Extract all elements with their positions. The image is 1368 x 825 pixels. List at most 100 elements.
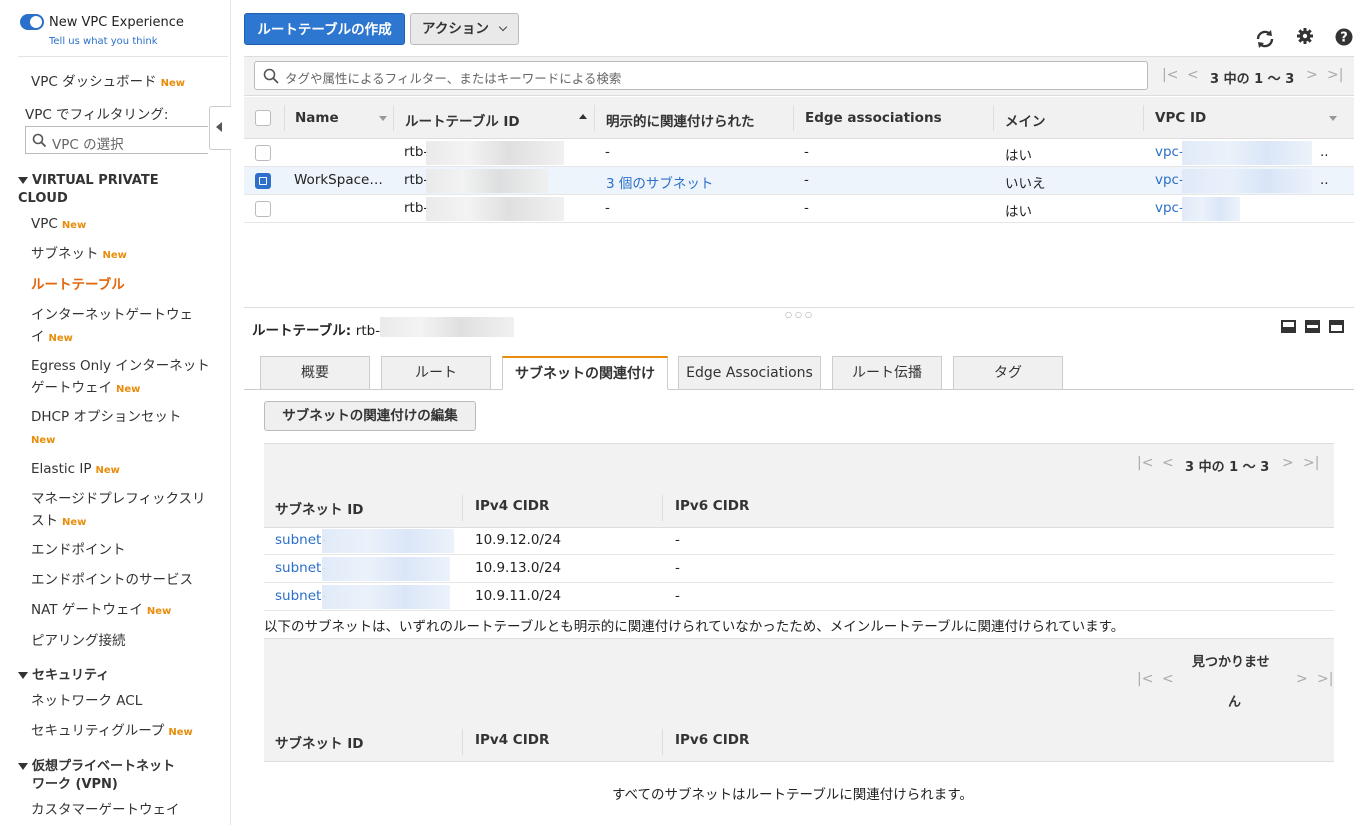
- sidebar-item-network-acl[interactable]: ネットワーク ACL: [31, 690, 216, 712]
- sidebar-item-label-cont: イ: [31, 329, 45, 345]
- tab-tags[interactable]: タグ: [953, 356, 1063, 390]
- layout-top-icon[interactable]: [1329, 320, 1344, 333]
- pane-splitter[interactable]: [244, 307, 1354, 308]
- col-explicit-association[interactable]: 明示的に関連付けられた: [606, 110, 755, 130]
- subnet-id-link[interactable]: subnet-: [275, 560, 326, 576]
- splitter-handle-icon[interactable]: ○○○: [785, 310, 815, 319]
- subnet-id-link[interactable]: subnet-: [275, 532, 326, 548]
- chevron-down-icon: [498, 22, 508, 32]
- sidebar-item-endpoint-services[interactable]: エンドポイントのサービス: [31, 569, 216, 591]
- last-page-icon[interactable]: >|: [1327, 67, 1343, 83]
- sort-icon[interactable]: [379, 116, 387, 121]
- sidebar-item-peering[interactable]: ピアリング接続: [31, 630, 216, 652]
- actions-dropdown[interactable]: アクション: [410, 13, 519, 45]
- detail-title: ルートテーブル: rtb-: [252, 319, 380, 339]
- new-vpc-experience-toggle[interactable]: [20, 14, 44, 30]
- subnet-id-link[interactable]: subnet-: [275, 588, 326, 604]
- redacted-id: [380, 317, 514, 337]
- column-separator: [793, 105, 794, 131]
- table-row[interactable]: rtb- - - はい vpc- ..: [244, 139, 1354, 167]
- col-main[interactable]: メイン: [1005, 110, 1046, 130]
- next-page-icon[interactable]: >: [1306, 67, 1318, 83]
- first-page-icon[interactable]: |<: [1137, 455, 1153, 471]
- row-vpc-link[interactable]: vpc-: [1155, 144, 1184, 160]
- new-badge: New: [146, 606, 172, 617]
- prev-page-icon[interactable]: <: [1162, 455, 1174, 471]
- row-explicit-link[interactable]: 3 個のサブネット: [606, 172, 713, 192]
- first-page-icon[interactable]: |<: [1137, 671, 1153, 687]
- row-vpc-link[interactable]: vpc-: [1155, 172, 1184, 188]
- redacted-id: [426, 197, 564, 221]
- last-page-icon[interactable]: >|: [1303, 455, 1319, 471]
- select-all-checkbox[interactable]: [255, 110, 271, 126]
- subnet-ipv4: 10.9.11.0/24: [475, 588, 562, 604]
- sidebar-item-label: ピアリング接続: [31, 633, 126, 649]
- sidebar-item-vpc[interactable]: VPC New: [31, 213, 216, 237]
- column-separator: [462, 729, 463, 755]
- tab-routes[interactable]: ルート: [381, 356, 491, 390]
- row-explicit: -: [605, 144, 610, 160]
- sidebar-item-internet-gateways[interactable]: インターネットゲートウェイ New: [31, 304, 216, 350]
- vpc-filter-placeholder: VPC の選択: [52, 137, 124, 153]
- col-name[interactable]: Name: [295, 110, 339, 126]
- sidebar-item-egress-only-igw[interactable]: Egress Only インターネット ゲートウェイ New: [31, 355, 216, 401]
- row-edge: -: [804, 172, 809, 188]
- row-checkbox[interactable]: [255, 145, 271, 161]
- sidebar-item-endpoints[interactable]: エンドポイント: [31, 539, 216, 561]
- sidebar-item-dhcp-options[interactable]: DHCP オプションセット New: [31, 406, 216, 452]
- feedback-link[interactable]: Tell us what you think: [49, 36, 158, 47]
- section-vpc-header[interactable]: VIRTUAL PRIVATE CLOUD: [18, 172, 198, 208]
- sidebar-item-security-groups[interactable]: セキュリティグループ New: [31, 720, 216, 744]
- next-page-icon[interactable]: >: [1296, 671, 1308, 687]
- section-vpn-label-cont: ワーク (VPN): [32, 777, 118, 792]
- search-input[interactable]: タグや属性によるフィルター、またはキーワードによる検索: [254, 61, 1148, 90]
- table-row[interactable]: rtb- - - はい vpc-: [244, 195, 1354, 223]
- table-row-selected[interactable]: WorkSpace… rtb- 3 個のサブネット - いいえ vpc- ..: [244, 167, 1354, 195]
- prev-page-icon[interactable]: <: [1187, 67, 1199, 83]
- tab-edge-associations[interactable]: Edge Associations: [678, 356, 821, 390]
- sidebar-item-nat-gateways[interactable]: NAT ゲートウェイ New: [31, 599, 216, 623]
- sidebar-item-customer-gateways[interactable]: カスタマーゲートウェイ: [31, 799, 216, 821]
- row-checkbox-checked[interactable]: [255, 173, 271, 189]
- search-placeholder: タグや属性によるフィルター、またはキーワードによる検索: [285, 71, 622, 86]
- create-route-table-button[interactable]: ルートテーブルの作成: [244, 13, 405, 45]
- new-badge: New: [116, 384, 141, 395]
- sidebar-item-label: カスタマーゲートウェイ: [31, 802, 180, 818]
- subnet-table-header: サブネット ID IPv4 CIDR IPv6 CIDR: [264, 487, 1334, 528]
- sidebar-item-label: エンドポイント: [31, 542, 126, 558]
- gear-icon[interactable]: [1296, 27, 1314, 45]
- sidebar-item-label: VPC: [31, 216, 58, 232]
- sidebar-item-elastic-ip[interactable]: Elastic IP New: [31, 458, 216, 482]
- sort-asc-icon[interactable]: [579, 114, 587, 119]
- row-vpc-link[interactable]: vpc-: [1155, 200, 1184, 216]
- tab-route-propagation[interactable]: ルート伝播: [832, 356, 942, 390]
- col-vpc-id[interactable]: VPC ID: [1155, 110, 1206, 126]
- new-badge: New: [62, 517, 87, 528]
- refresh-icon[interactable]: [1254, 28, 1276, 50]
- edit-subnet-associations-button[interactable]: サブネットの関連付けの編集: [264, 401, 476, 431]
- layout-bottom-icon[interactable]: [1281, 320, 1296, 333]
- tab-subnet-associations[interactable]: サブネットの関連付け: [502, 356, 668, 390]
- sort-icon[interactable]: [1329, 116, 1337, 121]
- layout-split-icon[interactable]: [1305, 320, 1320, 333]
- help-icon[interactable]: ?: [1335, 28, 1353, 46]
- section-security-header[interactable]: セキュリティ: [18, 667, 198, 685]
- section-vpn-header[interactable]: 仮想プライベートネット ワーク (VPN): [18, 758, 198, 794]
- first-page-icon[interactable]: |<: [1162, 67, 1178, 83]
- sidebar-item-managed-prefix-lists[interactable]: マネージドプレフィックスリ スト New: [31, 488, 216, 534]
- row-route-table-id: rtb-: [404, 144, 429, 160]
- sidebar-item-route-tables[interactable]: ルートテーブル: [31, 274, 216, 296]
- tab-overview[interactable]: 概要: [260, 356, 370, 390]
- col-edge-associations[interactable]: Edge associations: [805, 110, 942, 126]
- implicit-subnet-table-header: サブネット ID IPv4 CIDR IPv6 CIDR: [264, 721, 1334, 762]
- vpc-filter-input[interactable]: VPC の選択: [25, 126, 208, 154]
- row-checkbox[interactable]: [255, 201, 271, 217]
- sidebar-collapse-button[interactable]: [209, 106, 231, 150]
- column-separator: [993, 105, 994, 131]
- sidebar-item-vpc-dashboard[interactable]: VPC ダッシュボード New: [31, 71, 216, 95]
- col-route-table-id[interactable]: ルートテーブル ID: [405, 110, 520, 130]
- sidebar-item-subnets[interactable]: サブネット New: [31, 243, 216, 267]
- next-page-icon[interactable]: >: [1282, 455, 1294, 471]
- prev-page-icon[interactable]: <: [1162, 671, 1174, 687]
- last-page-icon[interactable]: >|: [1317, 671, 1333, 687]
